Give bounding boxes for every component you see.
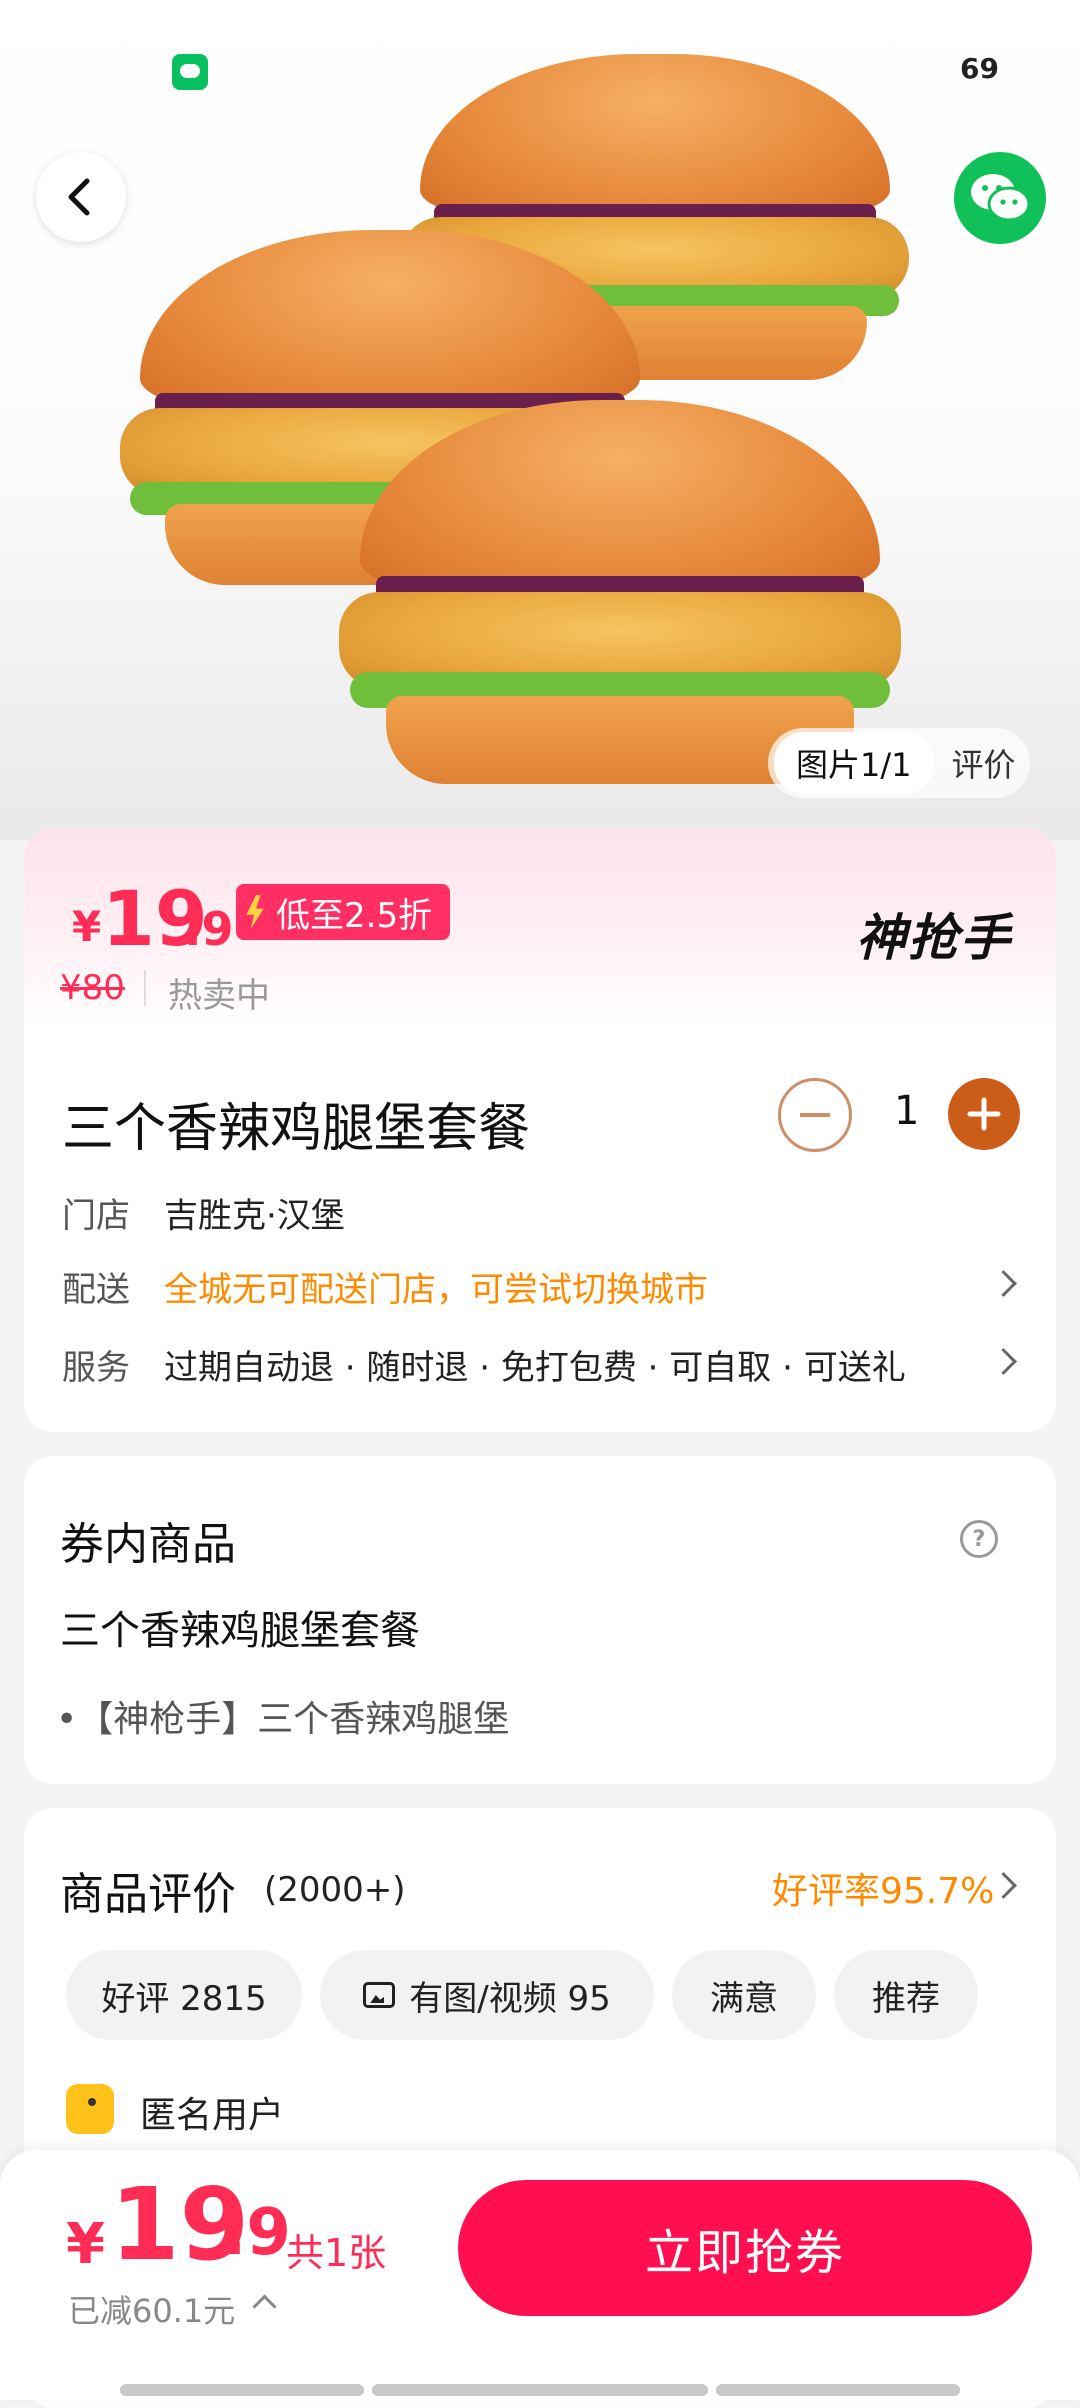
service-label: 服务 [62, 1348, 130, 1388]
filter-satisfied[interactable]: 满意 [672, 1950, 816, 2040]
service-value: 过期自动退 · 随时退 · 免打包费 · 可自取 · 可送礼 [164, 1348, 906, 1388]
delivery-row[interactable]: 配送 全城无可配送门店，可尝试切换城市 [24, 1246, 1056, 1316]
bottom-price-decimal: .9 [222, 2196, 291, 2270]
wechat-icon [971, 174, 1031, 222]
original-price: ¥80 [60, 968, 125, 1008]
product-title: 三个香辣鸡腿堡套餐 [62, 1099, 531, 1159]
price-currency: ¥ [72, 902, 102, 951]
lightning-icon [246, 895, 264, 929]
wechat-notification-icon [172, 54, 208, 90]
image-count-tab[interactable]: 图片1/1 [774, 732, 934, 794]
store-value[interactable]: 吉胜克·汉堡 [164, 1188, 345, 1237]
filter-media-reviews[interactable]: 有图/视频 95 [320, 1950, 654, 2040]
divider [144, 970, 146, 1006]
bottom-price-currency: ¥ [66, 2212, 105, 2277]
product-hero-image[interactable] [0, 0, 1080, 840]
decrease-quantity-button[interactable] [778, 1078, 852, 1152]
discount-text: 低至2.5折 [276, 895, 433, 936]
service-row[interactable]: 服务 过期自动退 · 随时退 · 免打包费 · 可自取 · 可送礼 [24, 1324, 1056, 1394]
chevron-left-icon [68, 178, 90, 216]
back-button[interactable] [36, 152, 126, 242]
good-rating-link[interactable]: 好评率95.7% [772, 1862, 994, 1914]
nav-gesture-bar [716, 2384, 960, 2396]
review-tab[interactable]: 评价 [952, 740, 1016, 786]
reviewer-name: 匿名用户 [140, 2095, 285, 2136]
plus-icon [967, 1097, 1001, 1131]
help-icon[interactable]: ? [960, 1520, 998, 1558]
delivery-label: 配送 [62, 1270, 130, 1310]
status-bar-time: 69 [960, 52, 999, 85]
image-pager[interactable]: 图片1/1 评价 [768, 728, 1030, 798]
voucher-heading: 券内商品 [60, 1519, 236, 1570]
image-icon [363, 1982, 396, 2008]
filter-recommend[interactable]: 推荐 [834, 1950, 978, 2040]
brand-logo: 神抢手 [856, 909, 1012, 967]
savings-text[interactable]: 已减60.1元 [68, 2286, 235, 2332]
chevron-right-icon [990, 1270, 1017, 1297]
filter-good-reviews[interactable]: 好评 2815 [66, 1950, 302, 2040]
deal-card: ¥ 19 .9 低至2.5折 神抢手 ¥80 热卖中 三个香辣鸡腿堡套餐 1 门… [24, 828, 1056, 1432]
reviews-heading: 商品评价 [60, 1869, 236, 1920]
voucher-item-title: 三个香辣鸡腿堡套餐 [60, 1608, 420, 1654]
quantity-value: 1 [894, 1088, 920, 1134]
discount-badge: 低至2.5折 [236, 884, 451, 940]
chevron-right-icon [990, 1348, 1017, 1375]
increase-quantity-button[interactable] [948, 1078, 1020, 1150]
reviews-count: (2000+) [264, 1870, 406, 1910]
voucher-item-detail: •【神枪手】三个香辣鸡腿堡 [56, 1699, 510, 1740]
voucher-count: 共1张 [286, 2231, 387, 2275]
price-decimal: .9 [184, 902, 234, 956]
wechat-share-button[interactable] [954, 152, 1046, 244]
sale-status: 热卖中 [168, 976, 270, 1016]
nav-gesture-bar [120, 2384, 364, 2396]
store-label: 门店 [62, 1196, 130, 1236]
nav-gesture-bar [372, 2384, 708, 2396]
delivery-value: 全城无可配送门店，可尝试切换城市 [164, 1270, 708, 1310]
filter-media-label: 有图/视频 95 [409, 1978, 611, 2019]
buy-now-button[interactable]: 立即抢券 [458, 2180, 1032, 2316]
user-avatar [66, 2084, 114, 2134]
